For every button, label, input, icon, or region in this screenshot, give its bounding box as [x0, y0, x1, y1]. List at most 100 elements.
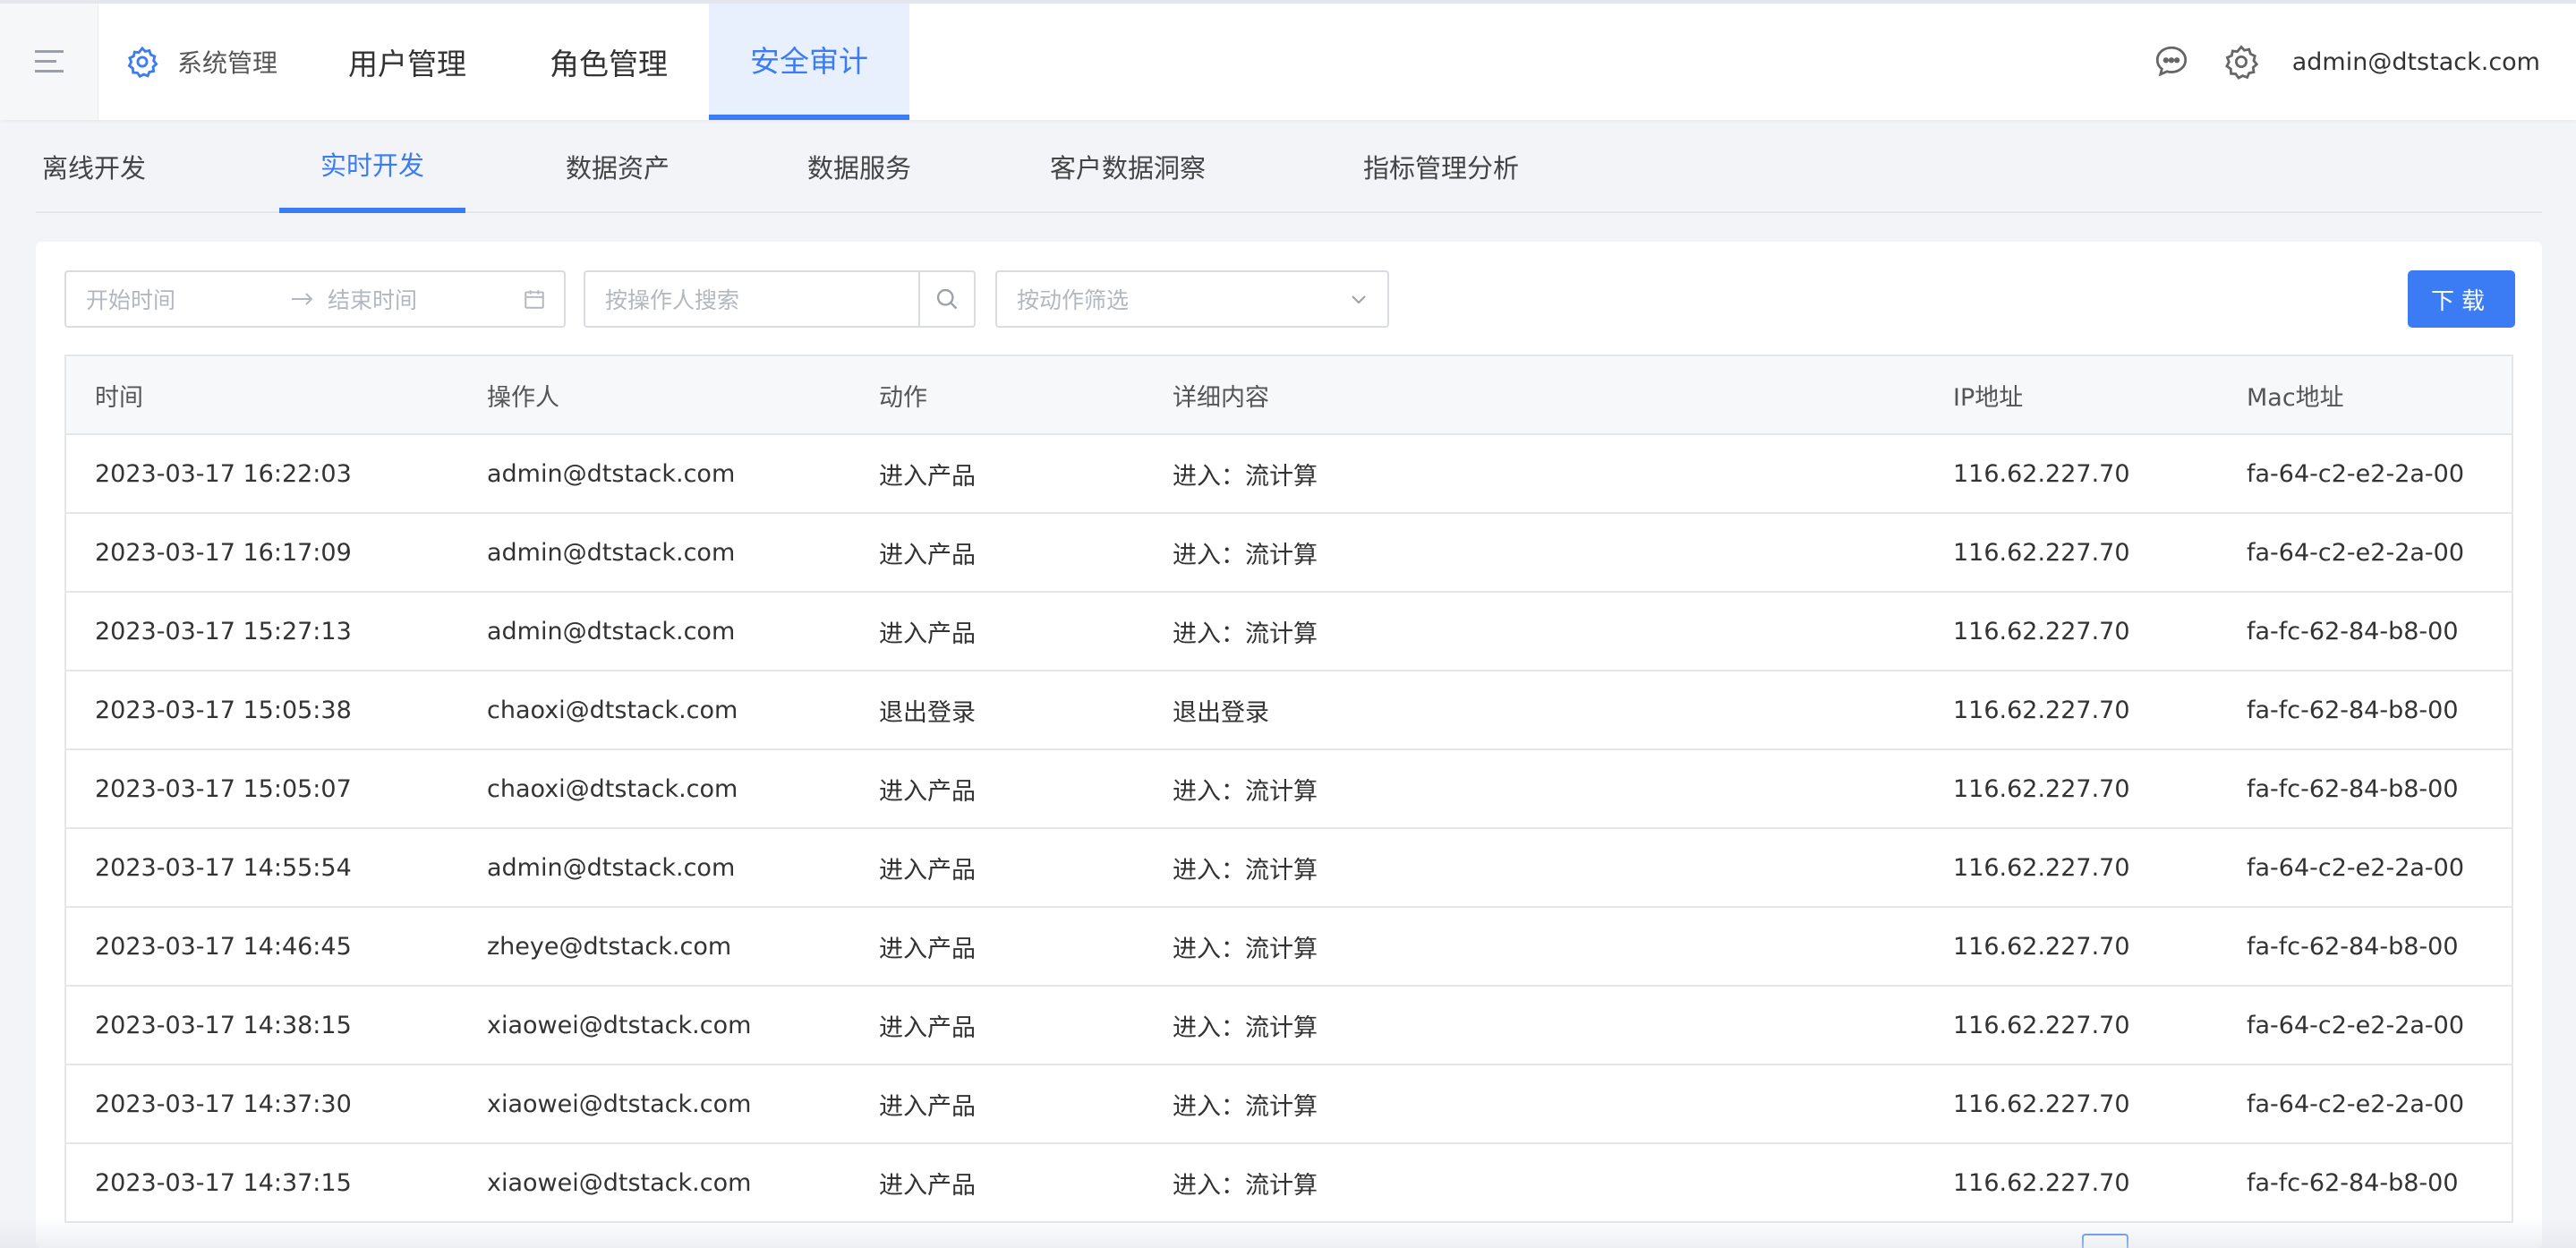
- column-header-mac[interactable]: Mac地址: [2247, 356, 2344, 433]
- cell-action: 进入产品: [879, 462, 976, 491]
- cell-ip: 116.62.227.70: [1953, 1090, 2130, 1118]
- cell-operator: chaoxi@dtstack.com: [487, 774, 738, 803]
- settings-icon[interactable]: [2222, 43, 2260, 81]
- end-time-input[interactable]: 结束时间: [328, 283, 417, 315]
- cell-details: 进入：流计算: [1173, 1092, 1318, 1121]
- system-management-link[interactable]: 系统管理: [125, 4, 277, 120]
- table-row[interactable]: 2023-03-17 14:46:45 zheye@dtstack.com 进入产品…: [66, 908, 2512, 987]
- cell-details: 进入：流计算: [1173, 1171, 1318, 1200]
- cell-time: 2023-03-17 14:55:54: [95, 853, 352, 882]
- calendar-icon[interactable]: [523, 287, 546, 311]
- cell-details: 退出登录: [1173, 698, 1269, 727]
- cell-time: 2023-03-17 14:37:30: [95, 1090, 352, 1118]
- cell-details: 进入：流计算: [1173, 935, 1318, 963]
- pagination-page-button[interactable]: [2082, 1234, 2128, 1248]
- column-header-action[interactable]: 动作: [879, 356, 927, 433]
- cell-details: 进入：流计算: [1173, 620, 1318, 648]
- table-row[interactable]: 2023-03-17 15:05:07 chaoxi@dtstack.com 进入产…: [66, 750, 2512, 829]
- cell-time: 2023-03-17 14:46:45: [95, 932, 352, 961]
- cell-action: 进入产品: [879, 1092, 976, 1121]
- chevron-down-icon: [1352, 295, 1366, 304]
- cell-action: 进入产品: [879, 1171, 976, 1200]
- tab-user-management[interactable]: 用户管理: [340, 4, 474, 120]
- cell-operator: xiaowei@dtstack.com: [487, 1168, 752, 1197]
- cell-action: 进入产品: [879, 1013, 976, 1042]
- cell-operator: admin@dtstack.com: [487, 459, 736, 488]
- operator-search[interactable]: 按操作人搜索: [584, 270, 976, 328]
- column-header-time[interactable]: 时间: [95, 356, 143, 433]
- cell-ip: 116.62.227.70: [1953, 1011, 2130, 1039]
- table-row[interactable]: 2023-03-17 14:38:15 xiaowei@dtstack.com 进入…: [66, 987, 2512, 1065]
- subtab-offline-dev[interactable]: 离线开发: [36, 120, 152, 213]
- cell-operator: chaoxi@dtstack.com: [487, 696, 738, 724]
- audit-log-table: 时间 操作人 动作 详细内容 IP地址 Mac地址 2023-03-17 16:…: [64, 355, 2513, 1223]
- search-icon: [936, 288, 958, 310]
- cell-mac: fa-fc-62-84-b8-00: [2247, 774, 2459, 803]
- cell-operator: admin@dtstack.com: [487, 617, 736, 645]
- date-range-picker[interactable]: 开始时间 结束时间: [64, 270, 566, 328]
- download-button[interactable]: 下载: [2408, 270, 2515, 328]
- cell-ip: 116.62.227.70: [1953, 617, 2130, 645]
- cell-action: 进入产品: [879, 856, 976, 885]
- cell-mac: fa-64-c2-e2-2a-00: [2247, 1011, 2465, 1039]
- column-header-details[interactable]: 详细内容: [1173, 356, 1269, 433]
- tab-role-management[interactable]: 角色管理: [537, 4, 680, 120]
- cell-details: 进入：流计算: [1173, 1013, 1318, 1042]
- arrow-right-icon: [292, 293, 313, 305]
- cell-ip: 116.62.227.70: [1953, 459, 2130, 488]
- table-row[interactable]: 2023-03-17 16:17:09 admin@dtstack.com 进入产品…: [66, 514, 2512, 593]
- cell-details: 进入：流计算: [1173, 462, 1318, 491]
- cell-ip: 116.62.227.70: [1953, 696, 2130, 724]
- menu-icon: [34, 50, 64, 73]
- subtab-data-assets[interactable]: 数据资产: [544, 120, 691, 213]
- cell-operator: admin@dtstack.com: [487, 853, 736, 882]
- table-row[interactable]: 2023-03-17 15:05:38 chaoxi@dtstack.com 退出登…: [66, 671, 2512, 750]
- cell-time: 2023-03-17 15:27:13: [95, 617, 352, 645]
- subtab-data-services[interactable]: 数据服务: [788, 120, 931, 213]
- cell-mac: fa-fc-62-84-b8-00: [2247, 932, 2459, 961]
- cell-mac: fa-64-c2-e2-2a-00: [2247, 459, 2465, 488]
- cell-action: 进入产品: [879, 935, 976, 963]
- system-management-label: 系统管理: [177, 48, 278, 78]
- start-time-input[interactable]: 开始时间: [86, 283, 175, 315]
- table-row[interactable]: 2023-03-17 14:37:30 xiaowei@dtstack.com 进入…: [66, 1065, 2512, 1144]
- operator-search-input[interactable]: 按操作人搜索: [605, 283, 739, 315]
- cell-action: 进入产品: [879, 777, 976, 806]
- tab-security-audit[interactable]: 安全审计: [709, 4, 909, 120]
- gear-icon: [127, 46, 158, 79]
- chat-bubble-icon[interactable]: [2153, 43, 2190, 81]
- user-account[interactable]: admin@dtstack.com: [2292, 48, 2540, 76]
- cell-time: 2023-03-17 14:38:15: [95, 1011, 352, 1039]
- subtab-metrics-analysis[interactable]: 指标管理分析: [1325, 120, 1557, 213]
- cell-mac: fa-fc-62-84-b8-00: [2247, 696, 2459, 724]
- cell-operator: xiaowei@dtstack.com: [487, 1011, 752, 1039]
- audit-card: 开始时间 结束时间 按操作人搜索 按动作筛选 下载 时间 操作人 动作 详细内容…: [36, 242, 2542, 1248]
- table-header-row: 时间 操作人 动作 详细内容 IP地址 Mac地址: [66, 356, 2512, 435]
- action-filter-select[interactable]: 按动作筛选: [995, 270, 1389, 328]
- table-row[interactable]: 2023-03-17 15:27:13 admin@dtstack.com 进入产品…: [66, 593, 2512, 671]
- search-button[interactable]: [918, 272, 974, 326]
- cell-details: 进入：流计算: [1173, 541, 1318, 569]
- cell-time: 2023-03-17 14:37:15: [95, 1168, 352, 1197]
- cell-time: 2023-03-17 15:05:38: [95, 696, 352, 724]
- cell-ip: 116.62.227.70: [1953, 853, 2130, 882]
- action-filter-placeholder: 按动作筛选: [1017, 287, 1130, 313]
- column-header-operator[interactable]: 操作人: [487, 356, 559, 433]
- table-row[interactable]: 2023-03-17 14:55:54 admin@dtstack.com 进入产品…: [66, 829, 2512, 908]
- cell-time: 2023-03-17 15:05:07: [95, 774, 352, 803]
- column-header-ip[interactable]: IP地址: [1953, 356, 2023, 433]
- menu-toggle-button[interactable]: [0, 4, 98, 120]
- subtab-customer-insight[interactable]: 客户数据洞察: [1029, 120, 1226, 213]
- subtab-realtime-dev[interactable]: 实时开发: [279, 120, 465, 213]
- cell-mac: fa-fc-62-84-b8-00: [2247, 617, 2459, 645]
- table-row[interactable]: 2023-03-17 16:22:03 admin@dtstack.com 进入产品…: [66, 435, 2512, 514]
- product-subtabs: 离线开发 实时开发 数据资产 数据服务 客户数据洞察 指标管理分析: [36, 120, 2542, 213]
- cell-mac: fa-fc-62-84-b8-00: [2247, 1168, 2459, 1197]
- header-tools: admin@dtstack.com: [2153, 4, 2540, 120]
- cell-time: 2023-03-17 16:17:09: [95, 538, 352, 567]
- cell-action: 进入产品: [879, 620, 976, 648]
- cell-action: 进入产品: [879, 541, 976, 569]
- table-row[interactable]: 2023-03-17 14:37:15 xiaowei@dtstack.com 进入…: [66, 1144, 2512, 1223]
- cell-operator: admin@dtstack.com: [487, 538, 736, 567]
- cell-ip: 116.62.227.70: [1953, 538, 2130, 567]
